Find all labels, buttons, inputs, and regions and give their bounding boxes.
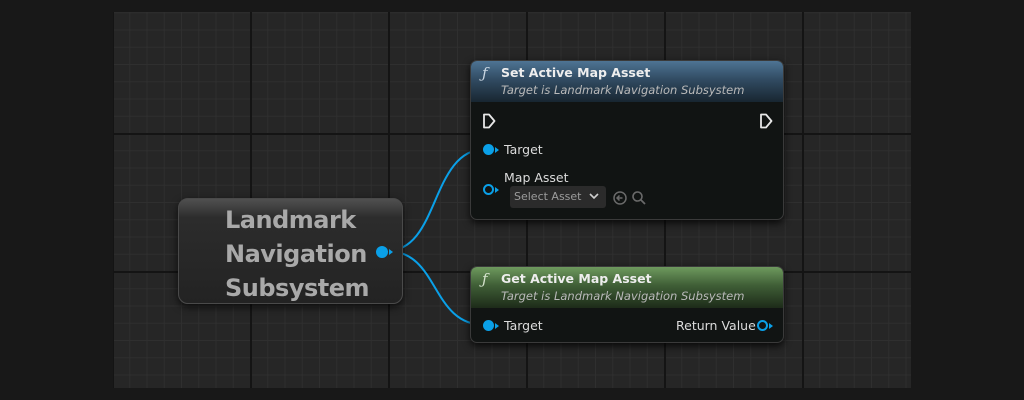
variable-title-line: Navigation [225, 240, 367, 268]
variable-output-pin[interactable] [376, 246, 388, 258]
variable-title: Landmark Navigation Subsystem [225, 203, 375, 305]
target-input-pin[interactable] [483, 144, 494, 155]
variable-title-line: Landmark [225, 206, 356, 234]
function-icon: ƒ [482, 270, 488, 288]
exec-output-pin-icon[interactable] [759, 113, 773, 129]
chevron-down-icon [589, 193, 599, 200]
get-node-title: Get Active Map Asset [501, 271, 652, 286]
exec-input-pin-icon[interactable] [482, 113, 496, 129]
set-node-title: Set Active Map Asset [501, 65, 651, 80]
variable-title-line: Subsystem [225, 274, 370, 302]
variable-output-arrow-icon [389, 249, 393, 255]
get-node-subtitle: Target is Landmark Navigation Subsystem [501, 289, 745, 303]
target-label: Target [504, 142, 543, 157]
pin-arrow-icon [495, 147, 499, 153]
map-asset-label: Map Asset [504, 170, 569, 185]
pin-arrow-icon [769, 323, 773, 329]
get-active-map-asset-node[interactable]: ƒ Get Active Map Asset Target is Landmar… [470, 266, 784, 343]
get-node-header: ƒ Get Active Map Asset Target is Landmar… [471, 267, 783, 308]
use-selected-asset-icon[interactable] [612, 190, 628, 206]
map-asset-input-pin[interactable] [483, 184, 494, 195]
set-target-pin-row[interactable]: Target [471, 140, 783, 160]
return-value-pin-row[interactable]: Return Value [471, 316, 783, 336]
select-asset-dropdown[interactable]: Select Asset [510, 186, 606, 208]
select-asset-value: Select Asset [514, 190, 582, 203]
return-value-label: Return Value [676, 318, 756, 333]
set-node-subtitle: Target is Landmark Navigation Subsystem [501, 83, 745, 97]
set-active-map-asset-node[interactable]: ƒ Set Active Map Asset Target is Landmar… [470, 60, 784, 220]
pin-arrow-icon [495, 187, 499, 193]
set-node-header: ƒ Set Active Map Asset Target is Landmar… [471, 61, 783, 102]
function-icon: ƒ [482, 64, 488, 82]
browse-asset-search-icon[interactable] [631, 190, 647, 206]
return-value-output-pin[interactable] [757, 320, 768, 331]
subsystem-variable-node[interactable]: Landmark Navigation Subsystem [178, 198, 403, 304]
